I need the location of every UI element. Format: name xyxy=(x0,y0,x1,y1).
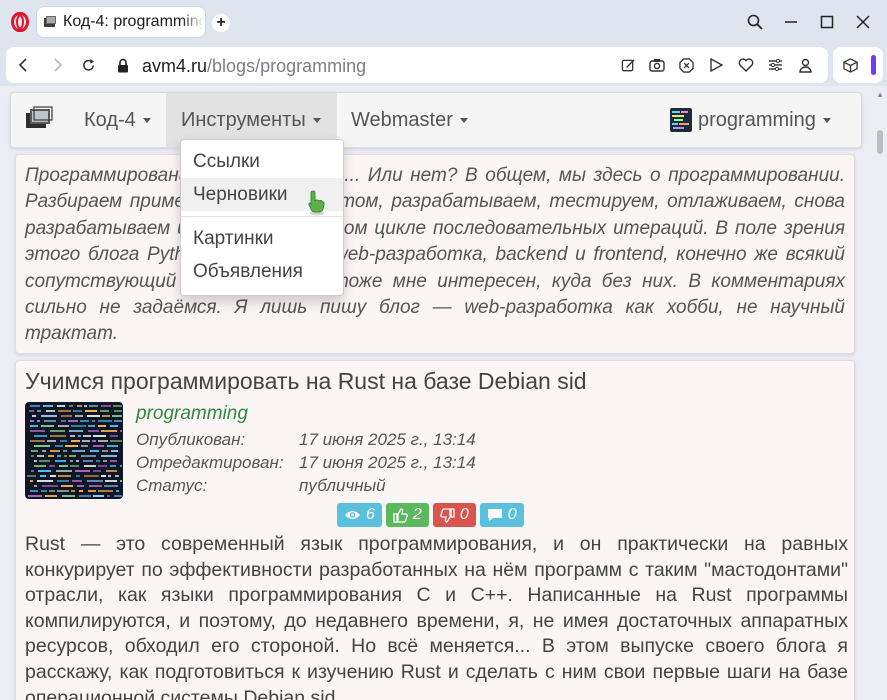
likes-count: 2 xyxy=(412,506,422,523)
nav-menu-kod4-label: Код-4 xyxy=(84,108,136,131)
address-bar[interactable]: avm4.ru/blogs/programming xyxy=(6,47,828,83)
easy-setup-icon[interactable] xyxy=(766,56,784,74)
hand-cursor-icon xyxy=(308,190,325,216)
comments-count: 0 xyxy=(507,506,517,523)
user-avatar xyxy=(670,108,692,132)
sidebar-accent-bar[interactable] xyxy=(871,55,876,75)
scrollbar-thumb[interactable] xyxy=(877,130,883,154)
caret-down-icon xyxy=(312,117,321,123)
heart-icon[interactable] xyxy=(737,56,755,74)
url-text[interactable]: avm4.ru/blogs/programming xyxy=(142,56,366,77)
dislikes-count: 0 xyxy=(459,506,469,523)
post-title[interactable]: Учимся программировать на Rust на базе D… xyxy=(25,368,587,395)
meta-status-value: публичный xyxy=(299,476,386,495)
meta-edited-value: 17 июня 2025 г., 13:14 xyxy=(299,453,476,472)
menu-item-links[interactable]: Ссылки xyxy=(181,145,343,178)
nav-menu-webmaster[interactable]: Webmaster xyxy=(336,93,483,147)
reload-icon[interactable] xyxy=(79,56,97,74)
blog-intro: Программирование — это просто... Или нет… xyxy=(15,154,855,354)
back-arrow-icon[interactable] xyxy=(14,56,32,74)
tab-favicon-icon xyxy=(44,16,56,27)
edit-page-icon[interactable] xyxy=(619,56,637,74)
close-window-icon[interactable] xyxy=(852,11,874,33)
adblock-icon[interactable] xyxy=(677,56,695,74)
meta-published-value: 17 июня 2025 г., 13:14 xyxy=(299,430,476,449)
tools-dropdown-menu: Ссылки Черновики Картинки Объявления xyxy=(180,139,344,296)
meta-published-key: Опубликован: xyxy=(136,430,246,449)
search-tabs-icon[interactable] xyxy=(744,11,766,33)
views-badge: 6 xyxy=(337,503,382,527)
comments-badge[interactable]: 0 xyxy=(479,503,524,527)
tab-title: Код-4: programming xyxy=(63,13,203,30)
opera-logo-icon[interactable] xyxy=(11,12,29,32)
nav-user-label: programming xyxy=(698,108,816,131)
nav-user-menu[interactable]: programming xyxy=(655,93,846,147)
caret-down-icon xyxy=(142,117,151,123)
new-tab-button[interactable]: + xyxy=(212,14,230,32)
page-scrollbar[interactable]: ▲ xyxy=(873,86,887,700)
minimize-icon[interactable] xyxy=(780,11,802,33)
meta-status: Статус: публичный xyxy=(136,476,386,496)
views-count: 6 xyxy=(366,506,375,523)
thumbs-up-icon xyxy=(393,507,408,523)
nav-menu-kod4[interactable]: Код-4 xyxy=(69,93,166,147)
page-viewport: Код-4 Инструменты Webmaster programming … xyxy=(0,86,887,700)
like-button[interactable]: 2 xyxy=(385,503,429,527)
meta-edited: Отредактирован: 17 июня 2025 г., 13:14 xyxy=(136,453,476,473)
post-stats: 6 2 0 0 xyxy=(337,503,524,527)
thumbs-down-icon xyxy=(440,507,455,523)
post-category-link[interactable]: programming xyxy=(136,403,248,425)
post-excerpt: Rust — это современный язык программиров… xyxy=(25,533,848,700)
nav-menu-webmaster-label: Webmaster xyxy=(351,108,453,131)
menu-item-ads[interactable]: Объявления xyxy=(181,255,343,288)
menu-item-images[interactable]: Картинки xyxy=(181,222,343,255)
caret-down-icon xyxy=(822,117,831,123)
browser-tab-active[interactable]: Код-4: programming xyxy=(37,7,205,37)
nav-menu-tools-label: Инструменты xyxy=(181,108,306,131)
meta-published: Опубликован: 17 июня 2025 г., 13:14 xyxy=(136,430,476,450)
forward-arrow-icon[interactable] xyxy=(49,56,67,74)
meta-status-key: Статус: xyxy=(136,476,208,495)
camera-icon[interactable] xyxy=(648,56,666,74)
browser-tab-bar: Код-4: programming + xyxy=(0,0,887,44)
meta-edited-key: Отредактирован: xyxy=(136,453,284,472)
post-card: Учимся программировать на Rust на базе D… xyxy=(15,360,855,700)
comment-icon xyxy=(487,509,502,521)
url-host: avm4.ru xyxy=(142,56,208,76)
player-icon[interactable] xyxy=(707,56,725,74)
scroll-up-arrow-icon[interactable]: ▲ xyxy=(876,90,884,99)
caret-down-icon xyxy=(459,117,468,123)
url-path: /blogs/programming xyxy=(207,56,367,76)
dislike-button[interactable]: 0 xyxy=(432,503,476,527)
lock-icon[interactable] xyxy=(114,56,132,74)
maximize-icon[interactable] xyxy=(816,11,838,33)
extensions-cube-icon[interactable] xyxy=(841,56,859,74)
site-logo-icon[interactable] xyxy=(25,106,53,130)
post-thumbnail[interactable] xyxy=(25,402,123,499)
eye-icon xyxy=(345,511,360,519)
site-navbar: Код-4 Инструменты Webmaster programming xyxy=(10,92,862,148)
extensions-area xyxy=(833,47,883,83)
profile-icon[interactable] xyxy=(796,56,814,74)
menu-divider xyxy=(181,216,343,217)
address-bar-row: avm4.ru/blogs/programming xyxy=(0,44,887,86)
